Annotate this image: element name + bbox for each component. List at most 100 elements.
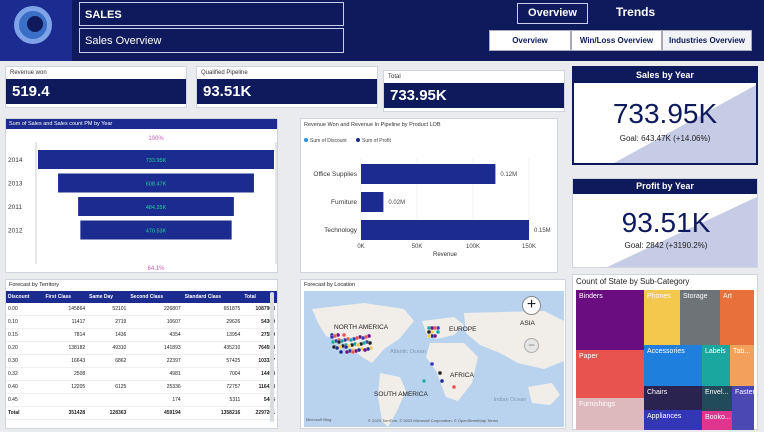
treemap-tile[interactable]: Binders [576,290,644,350]
table-cell: 49310 [87,341,129,355]
column-header[interactable]: First Class [43,291,88,303]
table-row: 0.00 145864 52101 226807 651875 1087908 [6,303,277,316]
table-cell: 12205 [43,380,88,394]
table-cell: 6862 [87,354,129,368]
map-dot [429,325,435,331]
table-cell: 5311 [182,393,243,407]
treemap-tile[interactable]: Fasten... [732,386,754,430]
table-scrollbar[interactable] [270,292,274,422]
nav-trends-button[interactable]: Trends [598,3,673,24]
table-row: 0.30 16643 6862 22397 57425 103327 [6,354,277,368]
forecast-location-card: Forecast by Location NORTH AMERICA EUROP… [300,279,566,429]
treemap-tile[interactable]: Appliances [644,410,702,430]
treemap-tile[interactable]: Booko... [702,411,732,430]
treemap-tile[interactable]: Accessories [644,345,702,386]
map-label-europe: EUROPE [449,326,477,333]
sales-by-year-card: Sales by Year 733.95K Goal: 643.47K (+14… [572,66,758,165]
table-cell [43,393,88,407]
x-tick-label: 50K [412,244,423,250]
kpi-value: 93.51K [197,79,377,104]
map-dot [435,329,441,335]
table-cell: 4981 [128,367,183,381]
treemap-tile[interactable]: Storage [680,290,720,345]
table-cell: 0.15 [6,328,44,342]
table-cell: 0.45 [6,393,44,407]
treemap-tile[interactable]: Phones [644,290,680,345]
data-label: 0.12M [500,172,517,178]
forecast-territory-card: Forecast by Territory Discount First Clas… [5,279,278,429]
map-dot [439,378,445,384]
funnel-title: Sum of Sales and Sales count PM by Year [6,119,277,129]
table-cell: 13954 [182,328,243,342]
legend-marker [304,138,308,142]
table-cell: 138182 [43,341,88,355]
treemap-tile[interactable]: Chairs [644,386,702,410]
treemap: Binders Phones Storage Art Paper Accessories L… [576,290,756,430]
treemap-tile[interactable]: Art [720,290,754,345]
map[interactable]: NORTH AMERICA EUROPE ASIA AFRICA SOUTH A… [304,291,564,427]
table-row: 0.10 11417 2719 10607 29626 54369 [6,315,277,329]
table-cell: 2719 [87,315,129,329]
funnel-value-label: 484.25K [146,205,167,211]
table-cell: 2508 [43,367,88,381]
column-header[interactable]: Standard Class [182,291,243,303]
table-row: 0.32 2508 4981 7004 14493 [6,367,277,381]
column-header[interactable]: Second Class [128,291,183,303]
table-cell: 141893 [128,341,183,355]
treemap-tile[interactable]: Tab... [730,345,754,386]
category-label: Technology [324,227,358,234]
table-cell: 1358216 [182,406,243,420]
bar [361,192,384,212]
nav-overview-button[interactable]: Overview [517,3,588,24]
table-cell: 6125 [87,380,129,394]
map-attribution[interactable]: © 2023 TomTom, © 2023 Microsoft Corporat… [368,418,498,423]
x-tick-label: 0K [357,244,364,250]
funnel-chart: 100% 64.1% 2014 733.95K 2013 608.47K 2011 484.2… [8,136,277,272]
category-label: Office Supplies [313,171,357,178]
table-cell: 0.10 [6,315,44,329]
treemap-tile[interactable]: Paper [576,350,644,398]
funnel-value-label: 608.47K [146,182,167,188]
kpi-total: Total 733.95K [383,70,565,112]
bar [361,164,496,184]
funnel-bottom-label: 64.1% [147,266,165,272]
tab-win-loss-overview[interactable]: Win/Loss Overview [571,30,662,51]
treemap-tile[interactable]: Envel... [702,386,732,411]
x-tick-label: 150K [522,244,536,250]
treemap-tile[interactable]: Furnishings [576,398,644,430]
treemap-tile[interactable]: Labels [702,345,730,386]
treemap-title: Count of State by Sub-Category [576,277,690,286]
table-cell: 0.32 [6,367,44,381]
tab-industries-overview[interactable]: Industries Overview [662,30,752,51]
zoom-out-icon[interactable]: − [524,338,539,353]
table-cell: 7814 [43,328,88,342]
kpi-value: 519.4 [6,79,186,104]
column-header[interactable]: Discount [6,291,44,303]
tab-overview[interactable]: Overview [489,30,571,51]
table-cell: 52101 [87,303,129,316]
forecast-location-title: Forecast by Location [304,282,356,288]
funnel-value-label: 470.53K [146,229,167,235]
treemap-card: Count of State by Sub-Category Binders Ph… [572,274,758,430]
table-cell: 16643 [43,354,88,368]
map-label-indian: Indian Ocean [493,397,527,403]
legend-marker [356,138,360,142]
table-cell: 22397 [128,354,183,368]
table-row: 0.40 12205 6125 25336 72757 116418 [6,380,277,394]
map-label-africa: AFRICA [450,372,474,379]
zoom-in-icon[interactable]: + [522,296,541,315]
map-dot [362,347,368,353]
legend-entry: Sum of Profit [362,138,392,144]
table-cell: 57425 [182,354,243,368]
sales-by-year-value: 733.95K [612,98,718,129]
map-dot [429,361,435,367]
map-dot [350,349,356,355]
map-label-asia: ASIA [520,320,535,327]
column-header[interactable]: Same Day [87,291,129,303]
logo [0,0,72,61]
map-dot [341,332,347,338]
kpi-revenue-won: Revenue won 519.4 [5,66,187,108]
table-cell: 351428 [43,406,88,420]
map-dot [421,378,427,384]
map-label-north-america: NORTH AMERICA [334,324,389,331]
